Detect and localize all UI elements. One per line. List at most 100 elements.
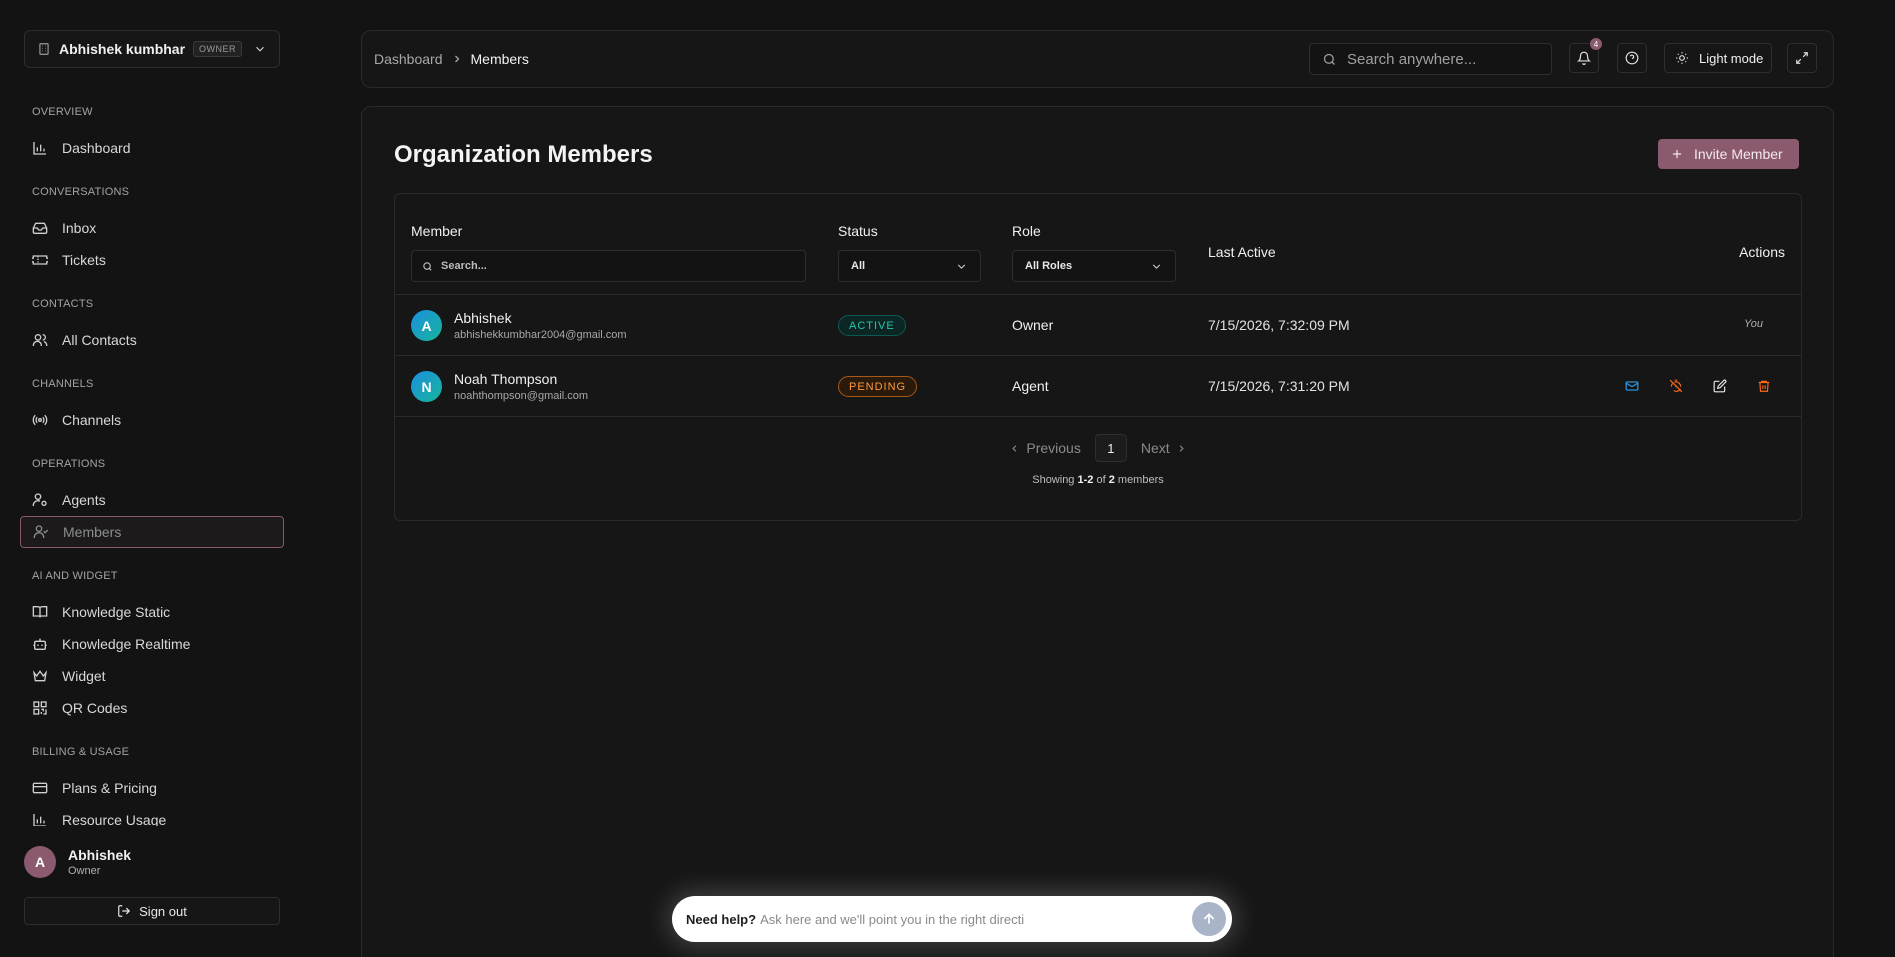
status-badge: PENDING [838,376,918,397]
global-search-input[interactable] [1347,50,1537,68]
plus-icon [1670,147,1684,161]
table-row: A Abhishek abhishekkumbhar2004@gmail.com… [395,294,1801,355]
trash-icon [1757,379,1771,393]
notifications-button[interactable]: 4 [1569,38,1602,73]
column-header-last-active: Last Active [1208,244,1276,260]
sidebar-item-label: Members [63,524,122,540]
sidebar-item-qr-codes[interactable]: QR Codes [20,692,284,724]
users-icon [32,332,48,348]
member-last-active: 7/15/2026, 7:32:09 PM [1208,317,1350,333]
sidebar-item-label: Channels [62,412,122,428]
fullscreen-button[interactable] [1787,43,1817,73]
breadcrumb-current: Members [470,51,529,67]
top-bar: Dashboard Members 4 Light mode [361,30,1834,88]
owner-badge: OWNER [193,41,243,57]
sign-out-button[interactable]: Sign out [24,897,280,925]
chevron-down-icon [955,260,968,273]
nav-section-overview: OVERVIEW [32,106,93,118]
help-input[interactable] [760,911,1192,927]
user-cog-icon [32,492,48,508]
nav-section-conversations: CONVERSATIONS [32,186,130,198]
status-filter-select[interactable]: All [838,250,981,282]
avatar: N [411,371,442,402]
member-search[interactable] [411,250,806,282]
sidebar-item-label: Plans & Pricing [62,780,157,796]
ticket-icon [32,252,48,268]
invite-member-label: Invite Member [1694,146,1783,162]
sidebar-item-label: All Contacts [62,332,137,348]
cancel-invite-button[interactable] [1665,375,1687,397]
role-filter-select[interactable]: All Roles [1012,250,1176,282]
sidebar-item-label: Agents [62,492,106,508]
sidebar-item-all-contacts[interactable]: All Contacts [20,324,284,356]
inbox-icon [32,220,48,236]
mail-icon [1625,379,1639,393]
sidebar-item-label: Tickets [62,252,106,268]
user-profile[interactable]: A Abhishek Owner [24,846,131,878]
help-chat-bar: Need help? [672,896,1232,942]
pagination: Previous 1 Next [395,434,1801,462]
role-filter-value: All Roles [1025,260,1073,272]
you-label: You [1744,318,1763,330]
user-role: Owner [68,865,101,877]
sidebar-item-label: QR Codes [62,700,128,716]
help-send-button[interactable] [1192,902,1226,936]
member-role: Agent [1012,378,1049,394]
bell-icon [1577,51,1591,65]
crown-icon [32,668,48,684]
resend-invite-button[interactable] [1621,375,1643,397]
avatar: A [411,310,442,341]
breadcrumb-dashboard[interactable]: Dashboard [374,51,443,67]
page-number-button[interactable]: 1 [1094,434,1127,462]
status-filter-value: All [851,260,866,272]
global-search[interactable] [1309,43,1552,75]
delete-member-button[interactable] [1753,375,1775,397]
org-switcher[interactable]: Abhishek kumbhar OWNER [24,30,280,68]
sidebar-item-members[interactable]: Members [20,516,284,548]
bar-chart-icon [32,140,48,156]
user-check-icon [33,524,49,540]
sidebar-item-label: Resource Usage [62,812,167,826]
timer-off-icon [1669,379,1683,393]
log-out-icon [117,904,131,918]
sidebar-item-label: Knowledge Static [62,604,171,620]
chevron-right-icon [451,53,463,65]
previous-page-button[interactable]: Previous [1009,440,1081,456]
help-button[interactable] [1617,43,1647,73]
credit-card-icon [32,780,48,796]
next-page-button[interactable]: Next [1141,440,1187,456]
member-search-input[interactable] [441,260,801,272]
showing-prefix: Showing [1032,474,1075,486]
search-icon [422,261,433,272]
sidebar-item-widget[interactable]: Widget [20,660,284,692]
edit-member-button[interactable] [1709,375,1731,397]
invite-member-button[interactable]: Invite Member [1658,139,1799,169]
row-divider [395,416,1801,417]
showing-of: of [1096,474,1106,486]
sidebar-item-knowledge-realtime[interactable]: Knowledge Realtime [20,628,284,660]
showing-range: 1-2 [1077,474,1094,486]
bot-icon [32,636,48,652]
sidebar-item-inbox[interactable]: Inbox [20,212,284,244]
edit-icon [1713,379,1727,393]
nav-section-billing: BILLING & USAGE [32,746,130,758]
expand-icon [1795,51,1809,65]
member-email: noahthompson@gmail.com [454,390,589,402]
sidebar-item-knowledge-static[interactable]: Knowledge Static [20,596,284,628]
chevron-right-icon [1176,443,1187,454]
chevron-down-icon [1150,260,1163,273]
sidebar-item-tickets[interactable]: Tickets [20,244,284,276]
avatar: A [24,846,56,878]
page-title: Organization Members [394,141,653,168]
radio-icon [32,412,48,428]
sidebar-item-plans-pricing[interactable]: Plans & Pricing [20,772,284,804]
light-mode-toggle[interactable]: Light mode [1664,43,1772,73]
sidebar-item-label: Widget [62,668,106,684]
sidebar-item-dashboard[interactable]: Dashboard [20,132,284,164]
sidebar-item-channels[interactable]: Channels [20,404,284,436]
nav-section-ai-widget: AI AND WIDGET [32,570,118,582]
search-icon [1322,52,1337,67]
sidebar-item-agents[interactable]: Agents [20,484,284,516]
sidebar-item-resource-usage[interactable]: Resource Usage [20,804,284,826]
help-label: Need help? [686,911,757,927]
